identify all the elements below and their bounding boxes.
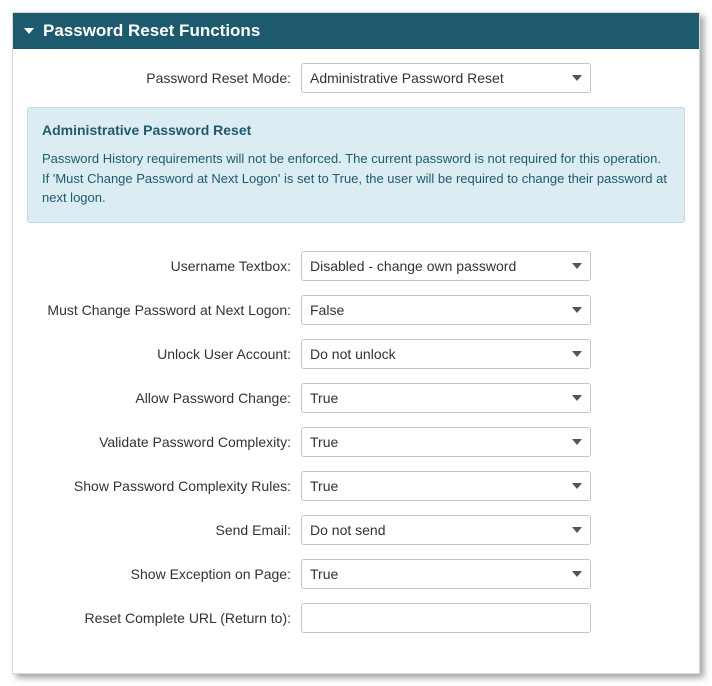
select-password-reset-mode[interactable]: Administrative Password Reset — [301, 63, 591, 93]
label-send-email: Send Email: — [27, 522, 301, 538]
row-password-reset-mode: Password Reset Mode: Administrative Pass… — [27, 63, 685, 93]
row-send-email: Send Email: Do not send — [27, 515, 685, 545]
select-show-complexity-rules[interactable]: True — [301, 471, 591, 501]
info-box-body: Password History requirements will not b… — [42, 149, 670, 208]
label-username-textbox: Username Textbox: — [27, 258, 301, 274]
row-must-change: Must Change Password at Next Logon: Fals… — [27, 295, 685, 325]
label-show-exception: Show Exception on Page: — [27, 566, 301, 582]
row-show-exception: Show Exception on Page: True — [27, 559, 685, 589]
row-validate-complexity: Validate Password Complexity: True — [27, 427, 685, 457]
panel-title: Password Reset Functions — [43, 21, 260, 41]
label-password-reset-mode: Password Reset Mode: — [27, 70, 301, 86]
panel-body: Password Reset Mode: Administrative Pass… — [13, 49, 699, 673]
select-must-change[interactable]: False — [301, 295, 591, 325]
label-must-change: Must Change Password at Next Logon: — [27, 302, 301, 318]
label-reset-url: Reset Complete URL (Return to): — [27, 610, 301, 626]
select-send-email[interactable]: Do not send — [301, 515, 591, 545]
row-unlock: Unlock User Account: Do not unlock — [27, 339, 685, 369]
select-validate-complexity[interactable]: True — [301, 427, 591, 457]
row-reset-url: Reset Complete URL (Return to): — [27, 603, 685, 633]
chevron-down-icon — [23, 25, 35, 37]
row-username-textbox: Username Textbox: Disabled - change own … — [27, 251, 685, 281]
label-allow-change: Allow Password Change: — [27, 390, 301, 406]
info-box: Administrative Password Reset Password H… — [27, 107, 685, 223]
label-validate-complexity: Validate Password Complexity: — [27, 434, 301, 450]
password-reset-panel: Password Reset Functions Password Reset … — [12, 12, 700, 674]
panel-header[interactable]: Password Reset Functions — [13, 13, 699, 49]
row-allow-change: Allow Password Change: True — [27, 383, 685, 413]
label-unlock: Unlock User Account: — [27, 346, 301, 362]
select-allow-change[interactable]: True — [301, 383, 591, 413]
select-username-textbox[interactable]: Disabled - change own password — [301, 251, 591, 281]
row-show-complexity-rules: Show Password Complexity Rules: True — [27, 471, 685, 501]
label-show-complexity-rules: Show Password Complexity Rules: — [27, 478, 301, 494]
input-reset-url[interactable] — [301, 603, 591, 633]
select-unlock[interactable]: Do not unlock — [301, 339, 591, 369]
info-box-title: Administrative Password Reset — [42, 120, 670, 141]
select-show-exception[interactable]: True — [301, 559, 591, 589]
